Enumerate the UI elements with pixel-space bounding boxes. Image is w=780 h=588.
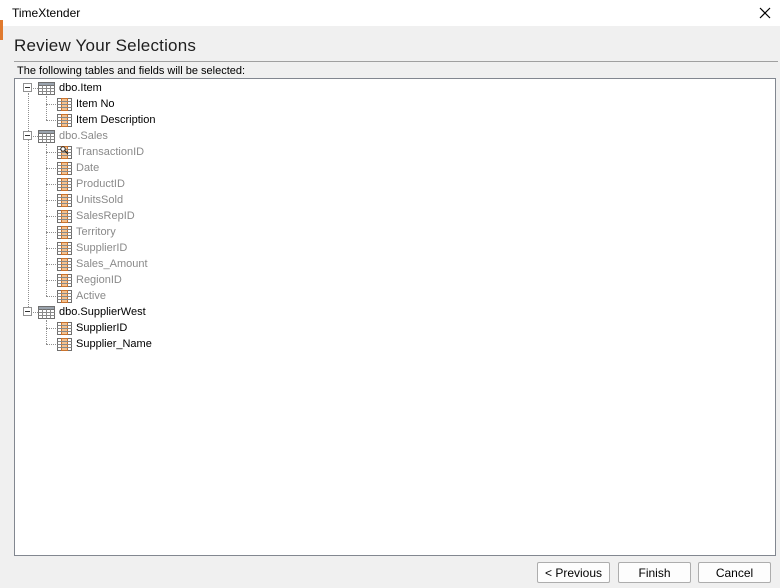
tree-field-label: Territory: [76, 226, 116, 238]
tree-table-label: dbo.SupplierWest: [59, 306, 146, 318]
cancel-button[interactable]: Cancel: [698, 562, 771, 583]
tree-field-node[interactable]: Item Description: [57, 112, 155, 128]
tree-field-label: SupplierID: [76, 322, 128, 334]
tree-connector: [46, 344, 56, 345]
title-bar: TimeXtender: [0, 0, 780, 26]
tree-table-label: dbo.Item: [59, 82, 102, 94]
tree-connector: [46, 264, 56, 265]
table-grid-icon: [38, 81, 55, 95]
tree-connector: [46, 104, 56, 105]
field-column-icon: [57, 273, 72, 287]
table-grid-icon: [38, 305, 55, 319]
table-grid-icon: [38, 129, 55, 143]
tree-connector: [46, 144, 47, 296]
field-column-icon: [57, 209, 72, 223]
tree-field-label: ProductID: [76, 178, 125, 190]
window-title: TimeXtender: [12, 6, 81, 20]
tree-connector: [46, 184, 56, 185]
tree-table-node[interactable]: dbo.SupplierWest: [38, 304, 146, 320]
close-icon: [759, 7, 771, 19]
tree-connector: [46, 328, 56, 329]
tree-field-label: Item Description: [76, 114, 156, 126]
field-column-icon: [57, 161, 72, 175]
tree-connector: [46, 296, 56, 297]
field-column-icon: [57, 177, 72, 191]
tree-connector: [46, 152, 56, 153]
tree-field-node[interactable]: UnitsSold: [57, 192, 123, 208]
heading-divider: [14, 61, 778, 62]
app-accent-strip: [0, 20, 3, 40]
tree-field-node[interactable]: Item No: [57, 96, 115, 112]
tree-field-node[interactable]: SupplierID: [57, 240, 127, 256]
primary-key-icon: [57, 145, 72, 159]
tree-field-node[interactable]: Date: [57, 160, 99, 176]
tree-field-label: Item No: [76, 98, 115, 110]
field-column-icon: [57, 289, 72, 303]
tree-connector: [46, 200, 56, 201]
tree-field-label: UnitsSold: [76, 194, 124, 206]
tree-field-label: SalesRepID: [76, 210, 135, 222]
page-subtitle: The following tables and fields will be …: [17, 65, 246, 77]
tree-field-label: SupplierID: [76, 242, 128, 254]
tree-connector: [46, 120, 56, 121]
tree-table-node[interactable]: dbo.Sales: [38, 128, 108, 144]
tree-table-node[interactable]: dbo.Item: [38, 80, 102, 96]
page-heading: Review Your Selections: [14, 36, 197, 55]
field-column-icon: [57, 321, 72, 335]
field-column-icon: [57, 193, 72, 207]
tree-field-label: Supplier_Name: [76, 338, 152, 350]
collapse-minus-icon[interactable]: [23, 83, 32, 92]
field-column-icon: [57, 225, 72, 239]
tree-field-node[interactable]: Territory: [57, 224, 116, 240]
previous-button[interactable]: < Previous: [537, 562, 610, 583]
tree-field-node[interactable]: SalesRepID: [57, 208, 135, 224]
tree-connector: [46, 280, 56, 281]
tree-field-label: Date: [76, 162, 100, 174]
tree-connector: [28, 93, 29, 307]
tree-connector: [46, 232, 56, 233]
tree-field-node[interactable]: RegionID: [57, 272, 122, 288]
tree-connector: [46, 320, 47, 344]
tree-connector: [46, 96, 47, 120]
tree-field-label: TransactionID: [76, 146, 145, 158]
selection-tree[interactable]: dbo.Item Item No Item Description dbo.Sales…: [14, 78, 776, 556]
field-column-icon: [57, 113, 72, 127]
field-column-icon: [57, 257, 72, 271]
tree-connector: [46, 216, 56, 217]
tree-field-node[interactable]: TransactionID: [57, 144, 144, 160]
tree-connector: [46, 248, 56, 249]
tree-field-label: RegionID: [76, 274, 122, 286]
tree-field-node[interactable]: SupplierID: [57, 320, 127, 336]
tree-field-node[interactable]: Supplier_Name: [57, 336, 152, 352]
tree-connector: [46, 168, 56, 169]
tree-field-node[interactable]: Active: [57, 288, 106, 304]
collapse-minus-icon[interactable]: [23, 131, 32, 140]
tree-field-node[interactable]: Sales_Amount: [57, 256, 148, 272]
field-column-icon: [57, 241, 72, 255]
tree-field-node[interactable]: ProductID: [57, 176, 125, 192]
collapse-minus-icon[interactable]: [23, 307, 32, 316]
field-column-icon: [57, 337, 72, 351]
tree-field-label: Sales_Amount: [76, 258, 148, 270]
close-button[interactable]: [750, 0, 780, 26]
field-column-icon: [57, 97, 72, 111]
tree-field-label: Active: [76, 290, 106, 302]
tree-table-label: dbo.Sales: [59, 130, 108, 142]
finish-button[interactable]: Finish: [618, 562, 691, 583]
